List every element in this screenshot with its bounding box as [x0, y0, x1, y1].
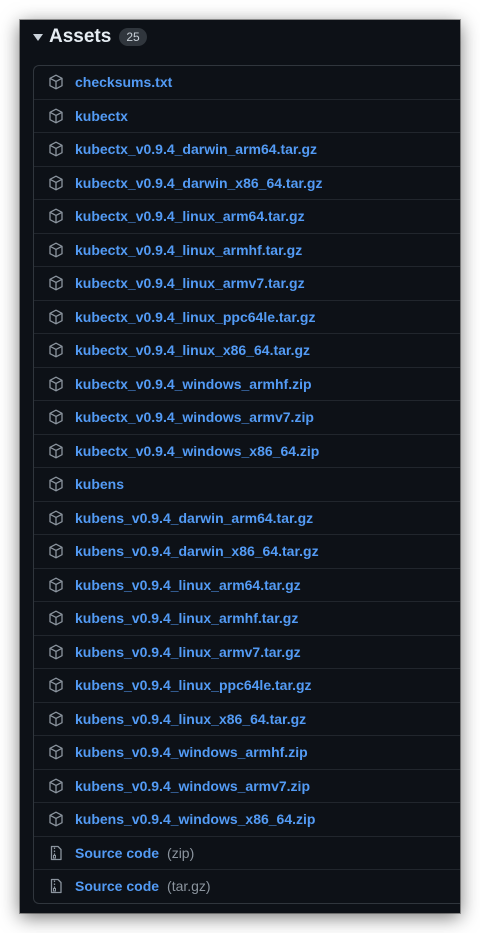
asset-link[interactable]: kubens_v0.9.4_windows_x86_64.zip	[75, 811, 315, 827]
package-icon	[48, 409, 64, 425]
source-code-row[interactable]: Source code (zip)	[34, 835, 460, 870]
asset-link[interactable]: kubectx_v0.9.4_windows_x86_64.zip	[75, 443, 319, 459]
asset-link[interactable]: kubectx_v0.9.4_windows_armv7.zip	[75, 409, 314, 425]
asset-link[interactable]: kubens_v0.9.4_darwin_arm64.tar.gz	[75, 510, 313, 526]
asset-link[interactable]: kubens_v0.9.4_darwin_x86_64.tar.gz	[75, 543, 319, 559]
asset-link[interactable]: kubectx_v0.9.4_linux_x86_64.tar.gz	[75, 342, 310, 358]
asset-row[interactable]: kubectx_v0.9.4_windows_x86_64.zip	[34, 433, 460, 468]
asset-link[interactable]: kubens_v0.9.4_windows_armv7.zip	[75, 778, 310, 794]
asset-row[interactable]: kubectx_v0.9.4_darwin_x86_64.tar.gz	[34, 165, 460, 200]
asset-link[interactable]: kubectx_v0.9.4_windows_armhf.zip	[75, 376, 312, 392]
asset-link[interactable]: kubens_v0.9.4_linux_ppc64le.tar.gz	[75, 677, 312, 693]
asset-link[interactable]: kubectx_v0.9.4_linux_ppc64le.tar.gz	[75, 309, 315, 325]
package-icon	[48, 577, 64, 593]
asset-link[interactable]: kubectx_v0.9.4_linux_armhf.tar.gz	[75, 242, 302, 258]
asset-link[interactable]: kubens_v0.9.4_linux_arm64.tar.gz	[75, 577, 301, 593]
assets-header[interactable]: Assets 25	[33, 22, 147, 52]
package-icon	[48, 208, 64, 224]
asset-row[interactable]: kubens_v0.9.4_linux_ppc64le.tar.gz	[34, 668, 460, 702]
package-icon	[48, 811, 64, 827]
package-icon	[48, 711, 64, 727]
asset-row[interactable]: kubectx_v0.9.4_linux_arm64.tar.gz	[34, 199, 460, 233]
package-icon	[48, 476, 64, 492]
package-icon	[48, 242, 64, 258]
asset-row[interactable]: kubectx_v0.9.4_linux_x86_64.tar.gz	[34, 333, 460, 367]
asset-link[interactable]: checksums.txt	[75, 74, 172, 90]
asset-link[interactable]: kubectx_v0.9.4_linux_arm64.tar.gz	[75, 208, 305, 224]
asset-row[interactable]: kubens	[34, 467, 460, 501]
assets-title: Assets	[49, 26, 112, 47]
asset-row[interactable]: kubens_v0.9.4_linux_armhf.tar.gz	[34, 601, 460, 635]
package-icon	[48, 309, 64, 325]
asset-row[interactable]: kubens_v0.9.4_linux_arm64.tar.gz	[34, 567, 460, 602]
source-code-format: (zip)	[167, 844, 195, 861]
package-icon	[48, 644, 64, 660]
asset-link[interactable]: kubens_v0.9.4_linux_armhf.tar.gz	[75, 610, 298, 626]
asset-row[interactable]: kubectx_v0.9.4_darwin_arm64.tar.gz	[34, 132, 460, 166]
asset-link[interactable]: kubens	[75, 476, 124, 492]
assets-list: checksums.txt kubectx kubectx_v0.9.4_darwi…	[33, 65, 460, 904]
asset-row[interactable]: kubectx_v0.9.4_linux_ppc64le.tar.gz	[34, 299, 460, 334]
package-icon	[48, 778, 64, 794]
asset-link[interactable]: kubens_v0.9.4_linux_armv7.tar.gz	[75, 644, 301, 660]
assets-count-badge: 25	[119, 28, 147, 46]
package-icon	[48, 443, 64, 459]
package-icon	[48, 175, 64, 191]
asset-row[interactable]: kubectx_v0.9.4_windows_armhf.zip	[34, 366, 460, 401]
source-code-link[interactable]: Source code	[75, 845, 159, 861]
asset-row[interactable]: kubens_v0.9.4_linux_x86_64.tar.gz	[34, 701, 460, 736]
package-icon	[48, 141, 64, 157]
asset-link[interactable]: kubens_v0.9.4_linux_x86_64.tar.gz	[75, 711, 306, 727]
asset-link[interactable]: kubectx_v0.9.4_darwin_x86_64.tar.gz	[75, 175, 322, 191]
asset-link[interactable]: kubectx	[75, 108, 128, 124]
asset-row[interactable]: kubens_v0.9.4_darwin_arm64.tar.gz	[34, 500, 460, 535]
file-zip-icon	[48, 845, 64, 861]
package-icon	[48, 376, 64, 392]
asset-row[interactable]: kubens_v0.9.4_windows_armv7.zip	[34, 768, 460, 803]
asset-row[interactable]: checksums.txt	[34, 66, 460, 99]
asset-link[interactable]: kubens_v0.9.4_windows_armhf.zip	[75, 744, 308, 760]
asset-row[interactable]: kubectx_v0.9.4_windows_armv7.zip	[34, 400, 460, 434]
asset-row[interactable]: kubectx	[34, 98, 460, 133]
package-icon	[48, 342, 64, 358]
package-icon	[48, 275, 64, 291]
release-assets-panel: Assets 25 checksums.txt kubectx kubectx_v0…	[20, 20, 460, 913]
package-icon	[48, 543, 64, 559]
package-icon	[48, 610, 64, 626]
asset-row[interactable]: kubens_v0.9.4_linux_armv7.tar.gz	[34, 634, 460, 669]
asset-link[interactable]: kubectx_v0.9.4_linux_armv7.tar.gz	[75, 275, 305, 291]
package-icon	[48, 74, 64, 90]
asset-row[interactable]: kubectx_v0.9.4_linux_armv7.tar.gz	[34, 266, 460, 300]
file-zip-icon	[48, 878, 64, 894]
asset-row[interactable]: kubens_v0.9.4_windows_x86_64.zip	[34, 802, 460, 836]
package-icon	[48, 677, 64, 693]
package-icon	[48, 744, 64, 760]
package-icon	[48, 108, 64, 124]
asset-row[interactable]: kubens_v0.9.4_windows_armhf.zip	[34, 735, 460, 769]
source-code-link[interactable]: Source code	[75, 878, 159, 894]
asset-link[interactable]: kubectx_v0.9.4_darwin_arm64.tar.gz	[75, 141, 317, 157]
source-code-format: (tar.gz)	[167, 878, 211, 895]
asset-row[interactable]: kubectx_v0.9.4_linux_armhf.tar.gz	[34, 232, 460, 267]
package-icon	[48, 510, 64, 526]
asset-row[interactable]: kubens_v0.9.4_darwin_x86_64.tar.gz	[34, 534, 460, 568]
source-code-row[interactable]: Source code (tar.gz)	[34, 869, 460, 903]
caret-down-icon[interactable]	[33, 33, 43, 41]
